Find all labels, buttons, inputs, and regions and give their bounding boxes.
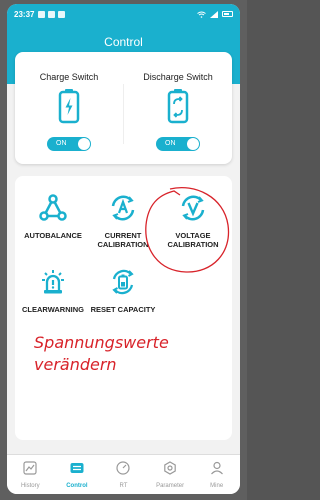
discharge-toggle[interactable]: ON xyxy=(156,137,200,151)
notification-icon xyxy=(38,10,46,18)
charge-toggle-state: ON xyxy=(56,140,67,147)
autobalance-button[interactable]: AUTOBALANCE xyxy=(17,194,89,240)
reset-capacity-label: RESET CAPACITY xyxy=(90,305,156,314)
system-icons xyxy=(197,10,233,18)
toggle-knob xyxy=(187,138,199,150)
phone-frame: 23:37 Control Charge Switch ON Discharge… xyxy=(0,0,247,500)
clearwarning-label: CLEARWARNING xyxy=(22,305,84,314)
charge-switch-panel: Charge Switch ON xyxy=(15,52,123,164)
toggle-knob xyxy=(78,138,90,150)
charge-icon xyxy=(58,89,80,124)
annotation-line-2: verändern xyxy=(34,355,117,374)
triangle-network-icon xyxy=(39,194,67,221)
nav-history[interactable]: History xyxy=(7,455,54,494)
user-icon xyxy=(210,461,223,475)
nav-history-label: History xyxy=(20,483,40,489)
nav-rt-label: RT xyxy=(119,483,128,489)
notification-icon xyxy=(58,10,66,18)
nav-mine-label: Mine xyxy=(210,483,224,489)
status-time: 23:37 xyxy=(14,9,35,19)
gauge-icon xyxy=(116,461,131,475)
current-calibration-icon xyxy=(111,195,135,221)
nav-control-label: Control xyxy=(66,483,88,489)
handdrawn-circle xyxy=(145,187,230,273)
history-chart-icon xyxy=(23,461,37,475)
notification-icons xyxy=(38,10,66,18)
status-bar: 23:37 xyxy=(7,4,240,24)
charge-toggle[interactable]: ON xyxy=(47,137,91,151)
clearwarning-button[interactable]: CLEARWARNING xyxy=(17,268,89,314)
notification-icon xyxy=(48,10,56,18)
battery-reset-icon xyxy=(112,269,134,295)
alarm-icon xyxy=(42,270,64,294)
nav-parameter-label: Parameter xyxy=(156,483,185,489)
settings-hexagon-icon xyxy=(164,461,176,475)
discharge-toggle-state: ON xyxy=(165,140,176,147)
nav-rt[interactable]: RT xyxy=(100,455,147,494)
wifi-icon xyxy=(197,11,206,18)
control-icon xyxy=(70,463,84,473)
signal-icon xyxy=(210,10,218,18)
battery-icon xyxy=(222,11,233,17)
switch-card: Charge Switch ON Discharge Switch ON xyxy=(15,52,232,164)
nav-parameter[interactable]: Parameter xyxy=(147,455,194,494)
autobalance-label: AUTOBALANCE xyxy=(24,231,82,240)
discharge-icon xyxy=(167,89,189,124)
discharge-switch-panel: Discharge Switch ON xyxy=(124,52,232,164)
annotation-line-1: Spannungswerte xyxy=(34,333,169,352)
discharge-switch-label: Discharge Switch xyxy=(143,72,213,82)
handwritten-annotation: Spannungswerte verändern xyxy=(34,332,169,376)
charge-switch-label: Charge Switch xyxy=(39,72,99,82)
nav-control[interactable]: Control xyxy=(54,455,101,494)
nav-mine[interactable]: Mine xyxy=(193,455,240,494)
bottom-navigation: History Control RT Parameter Mine xyxy=(7,454,240,494)
